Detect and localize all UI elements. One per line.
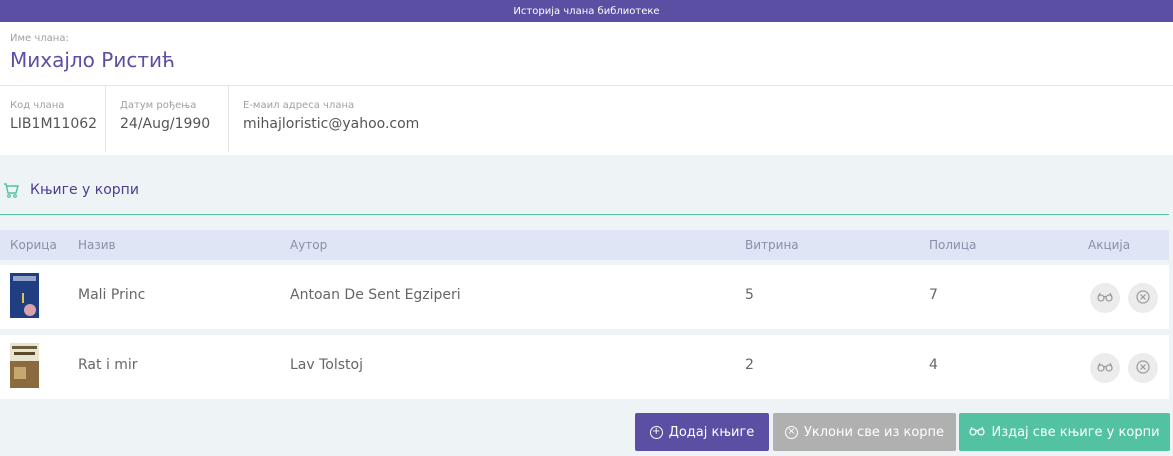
book-title: Mali Princ bbox=[78, 287, 146, 303]
member-name-label: Име члана: bbox=[10, 33, 69, 44]
book-shelf: 7 bbox=[929, 287, 938, 303]
member-dob-label: Датум рођења bbox=[120, 100, 197, 111]
book-showcase: 2 bbox=[745, 357, 754, 373]
cart-title: Књиге у корпи bbox=[30, 182, 139, 198]
divider bbox=[0, 85, 1173, 86]
remove-all-button[interactable]: × Уклони све из корпе bbox=[773, 413, 956, 451]
cart-icon bbox=[3, 181, 19, 203]
member-name: Михајло Ристић bbox=[10, 48, 176, 72]
add-books-label: Додај књиге bbox=[668, 424, 755, 440]
issue-book-button[interactable] bbox=[1090, 283, 1120, 313]
book-showcase: 5 bbox=[745, 287, 754, 303]
close-circle-icon bbox=[1136, 359, 1150, 377]
table-row: Mali Princ Antoan De Sent Egziperi 5 7 bbox=[0, 265, 1169, 329]
page-title: Историја члана библиотеке bbox=[513, 5, 660, 17]
page-header-bar: Историја члана библиотеке bbox=[0, 0, 1173, 22]
column-header-action: Акција bbox=[1088, 238, 1131, 252]
remove-book-button[interactable] bbox=[1128, 283, 1158, 313]
plus-circle-icon: + bbox=[649, 425, 663, 439]
cart-underline bbox=[0, 214, 1169, 215]
book-title: Rat i mir bbox=[78, 357, 138, 373]
column-header-showcase: Витрина bbox=[745, 238, 799, 252]
member-email-label: E-маил адреса члана bbox=[243, 100, 355, 111]
glasses-icon bbox=[969, 425, 986, 440]
member-info-card: Име члана: Михајло Ристић Код члана LIB1… bbox=[0, 22, 1173, 155]
issue-all-label: Издај све књиге у корпи bbox=[991, 424, 1160, 440]
column-header-author: Аутор bbox=[290, 238, 328, 252]
column-header-shelf: Полица bbox=[929, 238, 977, 252]
book-author: Antoan De Sent Egziperi bbox=[290, 287, 461, 303]
member-code-value: LIB1M11062 bbox=[10, 116, 98, 132]
divider bbox=[105, 86, 106, 152]
column-header-cover: Корица bbox=[10, 238, 57, 252]
remove-all-label: Уклони све из корпе bbox=[803, 424, 945, 440]
column-header-title: Назив bbox=[78, 238, 116, 252]
table-row: Rat i mir Lav Tolstoj 2 4 bbox=[0, 335, 1169, 399]
divider bbox=[228, 86, 229, 152]
glasses-icon bbox=[1097, 361, 1113, 375]
member-email-value: mihajloristic@yahoo.com bbox=[243, 116, 420, 132]
issue-book-button[interactable] bbox=[1090, 353, 1120, 383]
close-circle-icon bbox=[1136, 289, 1150, 307]
close-circle-icon: × bbox=[784, 425, 798, 439]
issue-all-button[interactable]: Издај све књиге у корпи bbox=[959, 413, 1170, 451]
book-shelf: 4 bbox=[929, 357, 938, 373]
cart-section-header: Књиге у корпи bbox=[0, 172, 1173, 208]
member-code-label: Код члана bbox=[10, 100, 65, 111]
book-cover-image bbox=[10, 343, 39, 388]
book-cover-image bbox=[10, 273, 39, 318]
glasses-icon bbox=[1097, 291, 1113, 305]
table-header: Корица Назив Аутор Витрина Полица Акција bbox=[0, 230, 1169, 260]
book-author: Lav Tolstoj bbox=[290, 357, 363, 373]
member-dob-value: 24/Aug/1990 bbox=[120, 116, 211, 132]
remove-book-button[interactable] bbox=[1128, 353, 1158, 383]
add-books-button[interactable]: + Додај књиге bbox=[635, 413, 769, 451]
